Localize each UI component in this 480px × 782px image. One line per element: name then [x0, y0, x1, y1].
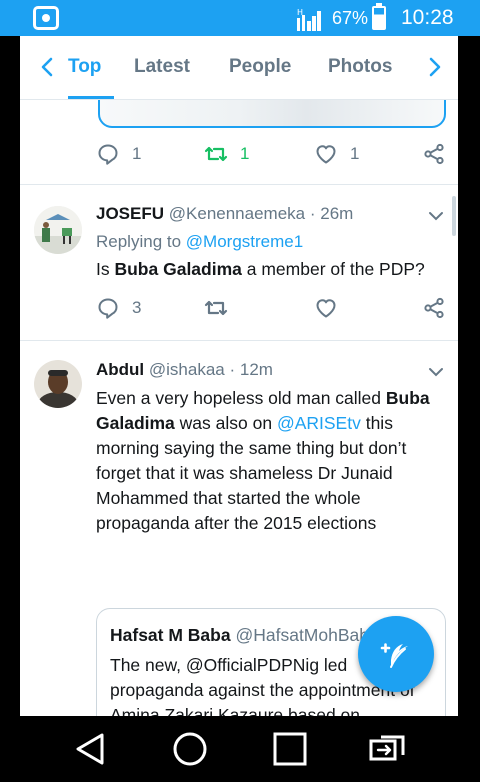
share-icon — [424, 143, 444, 165]
retweet-count: 1 — [240, 144, 250, 163]
tweet-header: Abdul @ishakaa · 12m — [96, 360, 273, 380]
chevron-down-icon[interactable] — [428, 366, 444, 378]
reply-icon — [98, 144, 118, 165]
tweet-header: JOSEFU @Kenennaemeka · 26m — [96, 204, 353, 224]
retweet-icon — [204, 146, 228, 162]
chevron-down-icon[interactable] — [428, 210, 444, 222]
replying-prefix: Replying to — [96, 232, 182, 251]
tweet-text-part: was also on — [174, 413, 277, 433]
reply-button[interactable]: 3 — [96, 294, 141, 322]
reply-icon — [98, 298, 118, 319]
quoted-tweet-header: Hafsat M Baba @HafsatMohBaba — [110, 625, 379, 646]
like-button[interactable] — [314, 294, 350, 322]
screen-switch-icon[interactable] — [368, 729, 408, 769]
twitter-search-results: Top Latest People Photos 1 1 1 JOSEFU @K… — [20, 36, 458, 716]
share-button[interactable] — [422, 140, 458, 168]
avatar[interactable] — [34, 360, 82, 408]
tweet-text-highlight: Buba Galadima — [114, 259, 242, 279]
display-name[interactable]: Abdul — [96, 360, 144, 379]
like-button[interactable]: 1 — [314, 140, 359, 168]
reply-count: 1 — [132, 144, 142, 163]
battery-icon — [372, 3, 386, 30]
replying-to: Replying to @Morgstreme1 — [96, 232, 303, 252]
tab-latest[interactable]: Latest — [134, 56, 190, 78]
like-count: 1 — [350, 144, 360, 163]
quoted-display-name: Hafsat M Baba — [110, 625, 231, 645]
status-bar: H 67% 10:28 — [0, 0, 480, 36]
clock: 10:28 — [401, 6, 454, 29]
signal-icon: H — [297, 8, 321, 31]
android-nav-bar — [0, 716, 480, 782]
display-name[interactable]: JOSEFU — [96, 204, 164, 223]
scrollbar[interactable] — [452, 196, 456, 236]
tweet-text-part: Is — [96, 259, 115, 279]
retweet-button[interactable] — [204, 294, 240, 322]
tweet-actions: 3 — [20, 294, 458, 322]
share-button[interactable] — [422, 294, 458, 322]
recents-icon[interactable] — [270, 729, 310, 769]
handle[interactable]: @ishakaa — [149, 360, 225, 379]
tab-photos[interactable]: Photos — [328, 56, 392, 78]
compose-feather-icon — [380, 643, 408, 668]
previous-tweet-actions: 1 1 1 — [20, 140, 458, 168]
tweet-text-part: a member of the PDP? — [241, 259, 425, 279]
replying-to-link[interactable]: @Morgstreme1 — [186, 232, 303, 251]
back-icon[interactable] — [70, 729, 110, 769]
home-icon[interactable] — [170, 729, 210, 769]
retweet-icon — [204, 300, 228, 316]
tweet-josefu[interactable]: JOSEFU @Kenennaemeka · 26m Replying to @… — [20, 184, 458, 340]
quoted-handle: @HafsatMohBaba — [235, 625, 379, 645]
timestamp: · 26m — [309, 204, 354, 223]
heart-icon — [316, 299, 336, 318]
share-icon — [424, 297, 444, 319]
reply-button[interactable]: 1 — [96, 140, 141, 168]
avatar-image — [34, 360, 82, 408]
avatar-image — [34, 206, 82, 254]
reply-count: 3 — [132, 298, 142, 317]
tweet-text: Is Buba Galadima a member of the PDP? — [96, 257, 446, 282]
chevron-right-icon[interactable] — [420, 52, 450, 82]
handle[interactable]: @Kenennaemeka — [169, 204, 305, 223]
tweet-media-image[interactable] — [98, 100, 446, 128]
tab-top[interactable]: Top — [68, 56, 101, 78]
tweet-text-part: Even a very hopeless old man called — [96, 388, 382, 408]
compose-tweet-button[interactable] — [358, 616, 434, 692]
mention-link[interactable]: @ARISEtv — [277, 413, 361, 433]
notification-app-icon — [33, 6, 59, 30]
retweet-button[interactable]: 1 — [204, 140, 249, 168]
tab-people[interactable]: People — [229, 56, 291, 78]
chevron-left-icon[interactable] — [32, 52, 62, 82]
heart-icon — [316, 145, 336, 164]
search-tabs: Top Latest People Photos — [20, 36, 458, 100]
active-tab-indicator — [68, 96, 114, 99]
tweet-text: Even a very hopeless old man called Buba… — [96, 386, 446, 536]
timestamp: · 12m — [229, 360, 273, 379]
battery-percent: 67% — [332, 8, 369, 28]
avatar[interactable] — [34, 206, 82, 254]
